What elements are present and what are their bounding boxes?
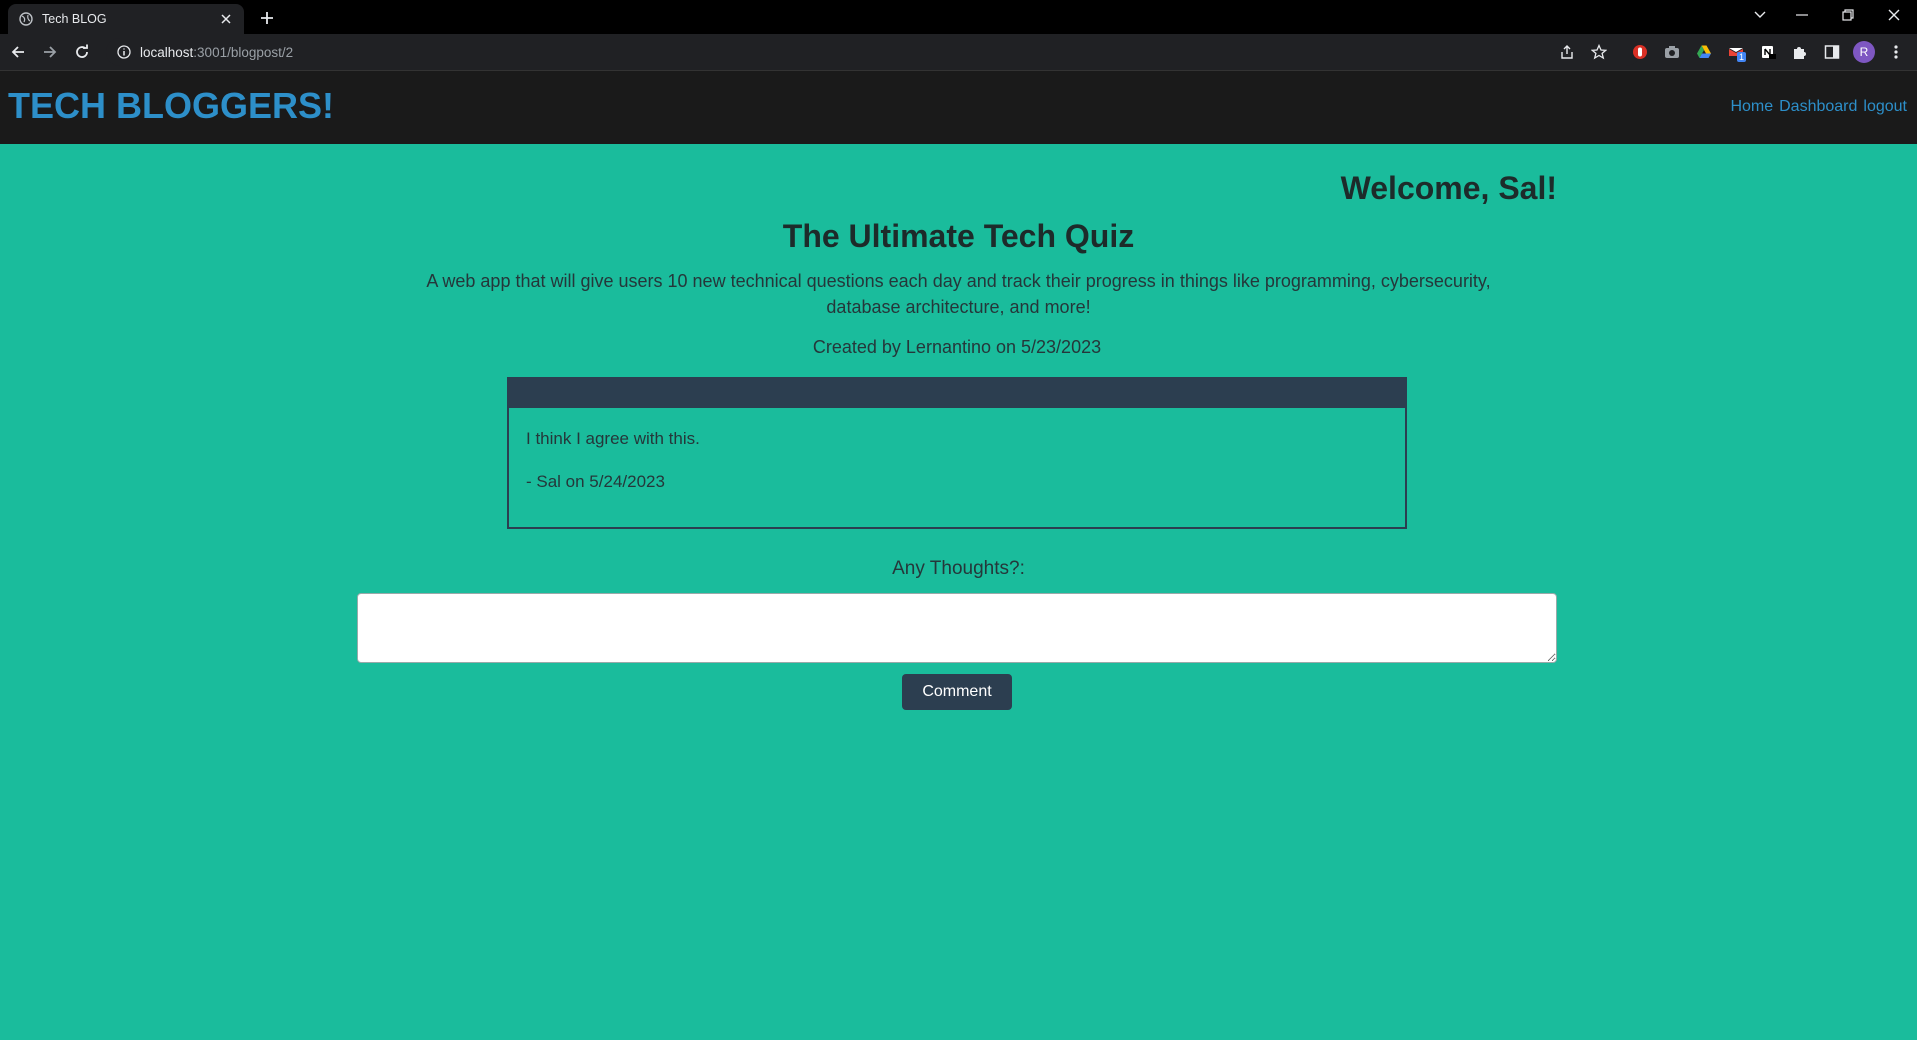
url-path: :3001/blogpost/2 bbox=[193, 44, 294, 60]
red-extension-icon[interactable] bbox=[1630, 42, 1650, 62]
comment-submit-button[interactable]: Comment bbox=[902, 674, 1012, 710]
site-header: TECH BLOGGERS! Home Dashboard logout bbox=[0, 70, 1917, 144]
nav-logout-link[interactable]: logout bbox=[1863, 98, 1907, 116]
extension-badge: 1 bbox=[1737, 52, 1747, 62]
nav-home-link[interactable]: Home bbox=[1730, 98, 1773, 116]
tab-search-button[interactable] bbox=[1738, 0, 1782, 30]
reload-icon bbox=[76, 44, 88, 58]
info-icon[interactable] bbox=[116, 44, 132, 60]
restore-button[interactable] bbox=[1826, 0, 1870, 30]
post-meta: Created by Lernantino on 5/23/2023 bbox=[812, 337, 1102, 357]
browser-toolbar: localhost:3001/blogpost/2 1 bbox=[0, 34, 1917, 70]
back-button[interactable] bbox=[6, 40, 30, 64]
close-icon bbox=[1888, 9, 1900, 21]
reload-button[interactable] bbox=[70, 40, 94, 64]
arrow-right-icon bbox=[44, 46, 57, 58]
chevron-down-icon bbox=[1754, 11, 1766, 18]
profile-avatar[interactable]: R bbox=[1853, 41, 1875, 63]
mail-extension-icon[interactable]: 1 bbox=[1726, 42, 1747, 62]
globe-icon bbox=[18, 11, 34, 27]
minimize-icon bbox=[1796, 14, 1808, 16]
site-brand-link[interactable]: TECH BLOGGERS! bbox=[8, 85, 334, 127]
forward-button[interactable] bbox=[38, 40, 62, 64]
comment-card: I think I agree with this. - Sal on 5/24… bbox=[507, 377, 1407, 529]
tab-close-icon[interactable] bbox=[218, 11, 234, 27]
arrow-left-icon bbox=[11, 46, 24, 58]
minimize-button[interactable] bbox=[1780, 0, 1824, 30]
welcome-heading: Welcome, Sal! bbox=[1340, 170, 1557, 206]
site-nav: Home Dashboard logout bbox=[1730, 98, 1907, 116]
drive-extension-icon[interactable] bbox=[1694, 42, 1714, 62]
post-title: The Ultimate Tech Quiz bbox=[782, 218, 1135, 254]
url-host: localhost bbox=[140, 44, 194, 60]
bookmark-star-icon[interactable] bbox=[1589, 42, 1609, 62]
camera-extension-icon[interactable] bbox=[1662, 42, 1682, 62]
share-icon[interactable] bbox=[1557, 42, 1577, 62]
more-options-icon[interactable] bbox=[1886, 42, 1906, 62]
side-panel-icon[interactable] bbox=[1822, 42, 1842, 62]
comment-text: I think I agree with this. bbox=[526, 429, 700, 448]
restore-icon bbox=[1842, 9, 1854, 21]
tab-title: Tech BLOG bbox=[42, 12, 107, 26]
comment-form-label: Any Thoughts?: bbox=[892, 558, 1025, 579]
new-tab-button[interactable] bbox=[256, 7, 278, 29]
puzzle-extensions-icon[interactable] bbox=[1790, 42, 1810, 62]
address-bar[interactable]: localhost:3001/blogpost/2 bbox=[106, 38, 1640, 66]
notion-extension-icon[interactable] bbox=[1758, 42, 1778, 62]
browser-tab[interactable]: Tech BLOG bbox=[8, 4, 244, 34]
plus-icon bbox=[261, 12, 273, 24]
comment-byline: - Sal on 5/24/2023 bbox=[526, 472, 665, 491]
post-body: A web app that will give users 10 new te… bbox=[426, 271, 1491, 317]
nav-dashboard-link[interactable]: Dashboard bbox=[1779, 98, 1857, 116]
comment-card-header bbox=[509, 379, 1405, 408]
close-window-button[interactable] bbox=[1872, 0, 1916, 30]
browser-tab-strip: Tech BLOG bbox=[0, 0, 1917, 34]
comment-input[interactable] bbox=[357, 593, 1557, 663]
